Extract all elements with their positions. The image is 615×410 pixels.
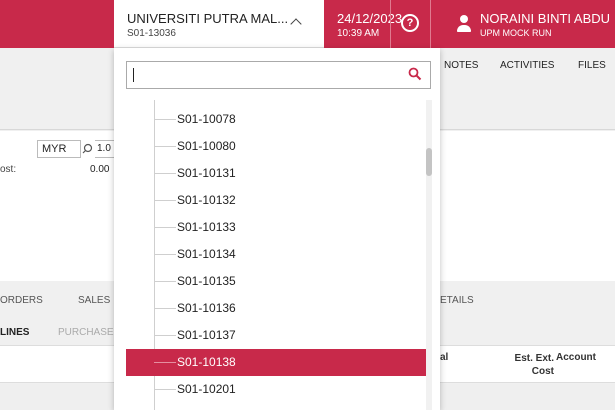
date-value: 24/12/2023: [337, 11, 403, 26]
cost-value: 0.00: [90, 164, 110, 175]
list-item[interactable]: S01-10137: [126, 322, 426, 349]
user-company: UPM MOCK RUN: [480, 28, 552, 38]
tab-lines[interactable]: LINES: [0, 327, 29, 338]
search-icon[interactable]: [408, 67, 422, 81]
list-item[interactable]: S01-10078: [126, 106, 426, 133]
grid-col-est-ext-cost[interactable]: Est. Ext. Cost: [490, 352, 554, 378]
business-date[interactable]: 24/12/2023 10:39 AM: [324, 0, 402, 48]
list-item[interactable]: S01-10136: [126, 295, 426, 322]
tab-notes[interactable]: NOTES: [444, 60, 478, 71]
currency-field[interactable]: MYR: [37, 140, 81, 158]
branch-selector[interactable]: UNIVERSITI PUTRA MAL... S01-13036: [114, 0, 324, 48]
branch-code: S01-13036: [127, 28, 176, 39]
list-item[interactable]: S01-10135: [126, 268, 426, 295]
chevron-up-icon[interactable]: [290, 18, 302, 30]
text-caret: [133, 68, 134, 82]
tab-purchase[interactable]: PURCHASE: [58, 327, 114, 338]
tab-activities[interactable]: ACTIVITIES: [500, 60, 554, 71]
help-icon[interactable]: ?: [401, 14, 419, 32]
tab-orders[interactable]: ORDERS: [0, 295, 43, 306]
cost-label: ost:: [0, 164, 17, 175]
scrollbar-track[interactable]: [426, 100, 432, 410]
search-icon[interactable]: [81, 140, 95, 158]
time-value: 10:39 AM: [337, 28, 380, 39]
scrollbar-thumb[interactable]: [426, 148, 432, 176]
user-icon[interactable]: [457, 15, 471, 33]
list-item-selected[interactable]: S01-10138: [126, 349, 426, 376]
tab-files[interactable]: FILES: [578, 60, 606, 71]
tab-sales[interactable]: SALES: [78, 295, 110, 306]
list-item[interactable]: S01-10201: [126, 376, 426, 403]
branch-name: UNIVERSITI PUTRA MAL...: [127, 11, 289, 26]
branch-search-input[interactable]: [126, 61, 431, 89]
divider: [390, 0, 391, 48]
list-item[interactable]: S01-10131: [126, 160, 426, 187]
grid-col-total[interactable]: al: [440, 352, 448, 363]
tab-details[interactable]: ETAILS: [440, 295, 474, 306]
list-item[interactable]: S01-10133: [126, 214, 426, 241]
list-item[interactable]: S01-10134: [126, 241, 426, 268]
list-item[interactable]: S01-10132: [126, 187, 426, 214]
grid-col-account[interactable]: Account: [556, 352, 596, 363]
branch-dropdown: S01-10078 S01-10080 S01-10131 S01-10132 …: [114, 48, 440, 410]
divider: [430, 0, 431, 48]
list-item[interactable]: S01-10080: [126, 133, 426, 160]
user-name[interactable]: NORAINI BINTI ABDU: [480, 11, 610, 26]
